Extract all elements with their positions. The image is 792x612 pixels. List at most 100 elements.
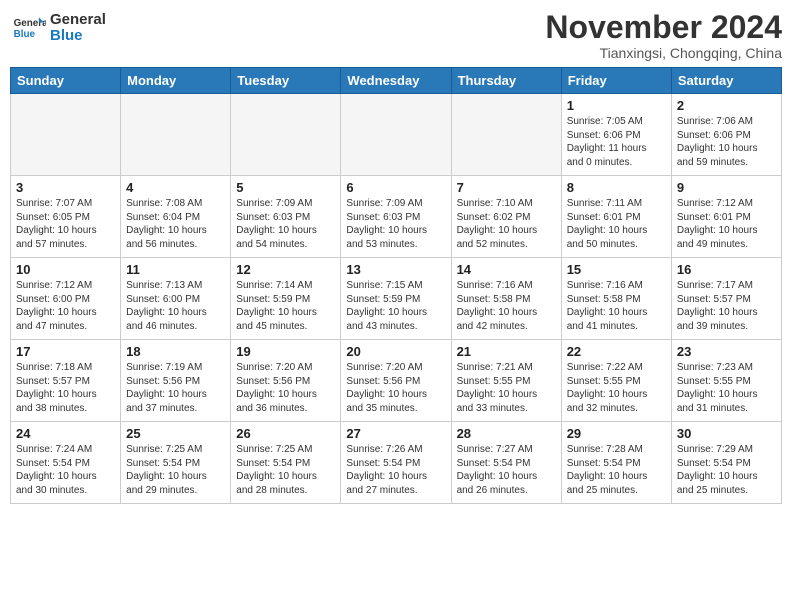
logo-icon: General Blue [10, 10, 46, 46]
day-number: 1 [567, 98, 666, 113]
day-info: Sunrise: 7:19 AM Sunset: 5:56 PM Dayligh… [126, 361, 225, 415]
logo-text: General Blue [50, 12, 106, 45]
day-number: 15 [567, 262, 666, 277]
day-number: 8 [567, 180, 666, 195]
month-title: November 2024 [545, 10, 782, 45]
day-info: Sunrise: 7:25 AM Sunset: 5:54 PM Dayligh… [126, 443, 225, 497]
logo-general-text: General [50, 12, 106, 29]
week-row-2: 3Sunrise: 7:07 AM Sunset: 6:05 PM Daylig… [11, 176, 782, 258]
day-cell-2: 2Sunrise: 7:06 AM Sunset: 6:06 PM Daylig… [671, 94, 781, 176]
day-cell-28: 28 Sunrise: 7:27 AM Sunset: 5:54 PM Dayli… [451, 422, 561, 504]
day-info: Sunrise: 7:20 AM Sunset: 5:56 PM Dayligh… [346, 361, 445, 415]
day-info: Sunrise: 7:11 AM Sunset: 6:01 PM Dayligh… [567, 197, 666, 251]
calendar-table: SundayMondayTuesdayWednesdayThursdayFrid… [10, 67, 782, 504]
day-cell-29: 29Sunrise: 7:28 AM Sunset: 5:54 PM Dayli… [561, 422, 671, 504]
day-cell-27: 27Sunrise: 7:26 AM Sunset: 5:54 PM Dayli… [341, 422, 451, 504]
day-cell-7: 7Sunrise: 7:10 AM Sunset: 6:02 PM Daylig… [451, 176, 561, 258]
day-info: Sunrise: 7:25 AM Sunset: 5:54 PM Dayligh… [236, 443, 335, 497]
day-number: 26 [236, 426, 335, 441]
day-info: Sunrise: 7:22 AM Sunset: 5:55 PM Dayligh… [567, 361, 666, 415]
day-info: Sunrise: 7:27 AM Sunset: 5:54 PM Dayligh… [457, 443, 556, 497]
week-row-1: 1Sunrise: 7:05 AM Sunset: 6:06 PM Daylig… [11, 94, 782, 176]
day-cell-8: 8 Sunrise: 7:11 AM Sunset: 6:01 PM Daylig… [561, 176, 671, 258]
day-info: Sunrise: 7:07 AM Sunset: 6:05 PM Dayligh… [16, 197, 115, 251]
day-info: Sunrise: 7:17 AM Sunset: 5:57 PM Dayligh… [677, 279, 776, 333]
day-number: 5 [236, 180, 335, 195]
day-number: 9 [677, 180, 776, 195]
day-number: 18 [126, 344, 225, 359]
day-number: 10 [16, 262, 115, 277]
weekday-header-saturday: Saturday [671, 68, 781, 94]
logo-blue-text: Blue [50, 28, 106, 45]
day-cell-22: 22 Sunrise: 7:22 AM Sunset: 5:55 PM Dayli… [561, 340, 671, 422]
day-number: 19 [236, 344, 335, 359]
day-info: Sunrise: 7:21 AM Sunset: 5:55 PM Dayligh… [457, 361, 556, 415]
day-cell-16: 16 Sunrise: 7:17 AM Sunset: 5:57 PM Dayli… [671, 258, 781, 340]
weekday-header-thursday: Thursday [451, 68, 561, 94]
day-cell-10: 10 Sunrise: 7:12 AM Sunset: 6:00 PM Dayli… [11, 258, 121, 340]
weekday-header-monday: Monday [121, 68, 231, 94]
day-cell-25: 25 Sunrise: 7:25 AM Sunset: 5:54 PM Dayli… [121, 422, 231, 504]
day-info: Sunrise: 7:29 AM Sunset: 5:54 PM Dayligh… [677, 443, 776, 497]
weekday-header-tuesday: Tuesday [231, 68, 341, 94]
day-cell-17: 17 Sunrise: 7:18 AM Sunset: 5:57 PM Dayli… [11, 340, 121, 422]
day-number: 27 [346, 426, 445, 441]
day-cell-21: 21 Sunrise: 7:21 AM Sunset: 5:55 PM Dayli… [451, 340, 561, 422]
day-info: Sunrise: 7:12 AM Sunset: 6:01 PM Dayligh… [677, 197, 776, 251]
day-number: 17 [16, 344, 115, 359]
week-row-4: 17 Sunrise: 7:18 AM Sunset: 5:57 PM Dayli… [11, 340, 782, 422]
day-info: Sunrise: 7:06 AM Sunset: 6:06 PM Dayligh… [677, 115, 776, 169]
day-number: 12 [236, 262, 335, 277]
svg-text:Blue: Blue [14, 29, 36, 40]
day-cell-9: 9 Sunrise: 7:12 AM Sunset: 6:01 PM Daylig… [671, 176, 781, 258]
day-cell-3: 3Sunrise: 7:07 AM Sunset: 6:05 PM Daylig… [11, 176, 121, 258]
day-number: 22 [567, 344, 666, 359]
day-info: Sunrise: 7:12 AM Sunset: 6:00 PM Dayligh… [16, 279, 115, 333]
day-cell-15: 15 Sunrise: 7:16 AM Sunset: 5:58 PM Dayli… [561, 258, 671, 340]
day-info: Sunrise: 7:16 AM Sunset: 5:58 PM Dayligh… [457, 279, 556, 333]
week-row-5: 24 Sunrise: 7:24 AM Sunset: 5:54 PM Dayli… [11, 422, 782, 504]
day-number: 30 [677, 426, 776, 441]
empty-cell [121, 94, 231, 176]
day-number: 29 [567, 426, 666, 441]
day-number: 16 [677, 262, 776, 277]
day-cell-19: 19 Sunrise: 7:20 AM Sunset: 5:56 PM Dayli… [231, 340, 341, 422]
day-cell-30: 30 Sunrise: 7:29 AM Sunset: 5:54 PM Dayli… [671, 422, 781, 504]
day-cell-26: 26 Sunrise: 7:25 AM Sunset: 5:54 PM Dayli… [231, 422, 341, 504]
day-info: Sunrise: 7:16 AM Sunset: 5:58 PM Dayligh… [567, 279, 666, 333]
day-cell-5: 5 Sunrise: 7:09 AM Sunset: 6:03 PM Daylig… [231, 176, 341, 258]
day-cell-6: 6Sunrise: 7:09 AM Sunset: 6:03 PM Daylig… [341, 176, 451, 258]
day-info: Sunrise: 7:09 AM Sunset: 6:03 PM Dayligh… [236, 197, 335, 251]
day-number: 14 [457, 262, 556, 277]
day-cell-11: 11 Sunrise: 7:13 AM Sunset: 6:00 PM Dayli… [121, 258, 231, 340]
weekday-header-sunday: Sunday [11, 68, 121, 94]
weekday-header-row: SundayMondayTuesdayWednesdayThursdayFrid… [11, 68, 782, 94]
day-cell-24: 24 Sunrise: 7:24 AM Sunset: 5:54 PM Dayli… [11, 422, 121, 504]
page-header: General Blue General Blue November 2024 … [10, 10, 782, 61]
day-info: Sunrise: 7:15 AM Sunset: 5:59 PM Dayligh… [346, 279, 445, 333]
day-number: 28 [457, 426, 556, 441]
weekday-header-friday: Friday [561, 68, 671, 94]
day-number: 24 [16, 426, 115, 441]
empty-cell [231, 94, 341, 176]
day-cell-4: 4Sunrise: 7:08 AM Sunset: 6:04 PM Daylig… [121, 176, 231, 258]
day-number: 6 [346, 180, 445, 195]
day-number: 25 [126, 426, 225, 441]
day-cell-18: 18 Sunrise: 7:19 AM Sunset: 5:56 PM Dayli… [121, 340, 231, 422]
day-cell-13: 13Sunrise: 7:15 AM Sunset: 5:59 PM Dayli… [341, 258, 451, 340]
day-info: Sunrise: 7:23 AM Sunset: 5:55 PM Dayligh… [677, 361, 776, 415]
day-number: 23 [677, 344, 776, 359]
day-number: 11 [126, 262, 225, 277]
day-info: Sunrise: 7:08 AM Sunset: 6:04 PM Dayligh… [126, 197, 225, 251]
logo: General Blue General Blue [10, 10, 106, 46]
day-info: Sunrise: 7:24 AM Sunset: 5:54 PM Dayligh… [16, 443, 115, 497]
calendar-body: 1Sunrise: 7:05 AM Sunset: 6:06 PM Daylig… [11, 94, 782, 504]
day-number: 7 [457, 180, 556, 195]
day-info: Sunrise: 7:13 AM Sunset: 6:00 PM Dayligh… [126, 279, 225, 333]
day-info: Sunrise: 7:18 AM Sunset: 5:57 PM Dayligh… [16, 361, 115, 415]
day-cell-14: 14 Sunrise: 7:16 AM Sunset: 5:58 PM Dayli… [451, 258, 561, 340]
weekday-header-wednesday: Wednesday [341, 68, 451, 94]
day-number: 21 [457, 344, 556, 359]
day-cell-23: 23 Sunrise: 7:23 AM Sunset: 5:55 PM Dayli… [671, 340, 781, 422]
day-info: Sunrise: 7:20 AM Sunset: 5:56 PM Dayligh… [236, 361, 335, 415]
